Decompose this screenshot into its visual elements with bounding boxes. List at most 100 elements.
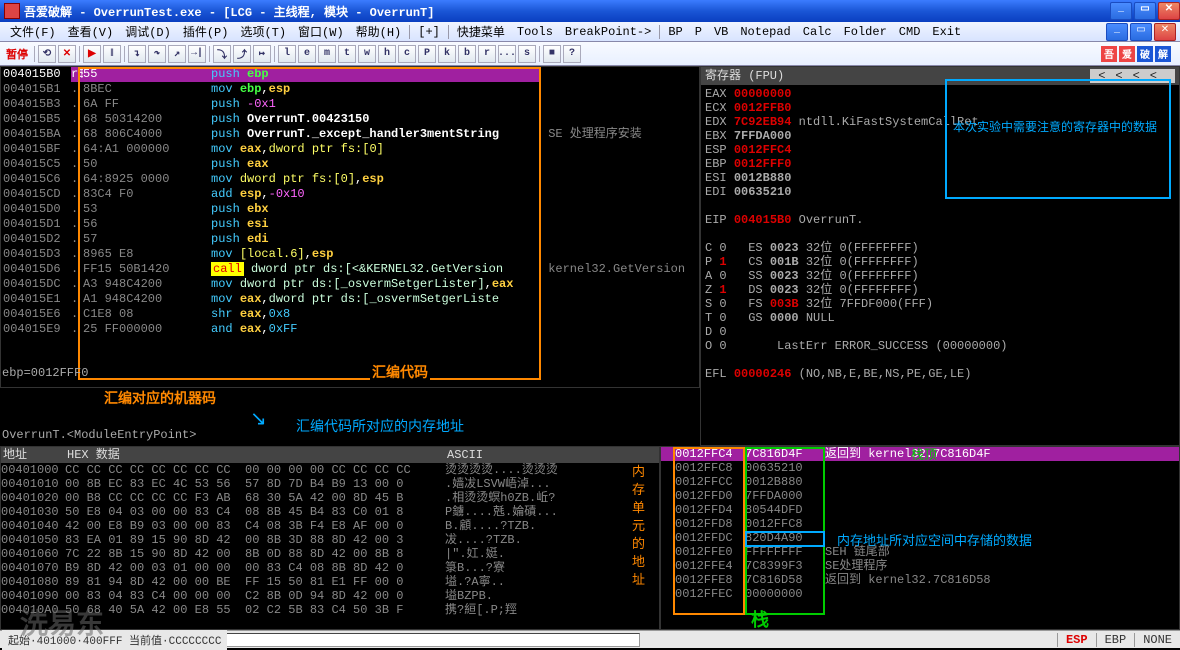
disasm-row[interactable]: 004015BF. 64:A1 000000mov eax,dword ptr …: [1, 142, 699, 157]
flag-c[interactable]: C 0 ES 0023 32位 0(FFFFFFFF): [705, 241, 1175, 255]
menu-item-12[interactable]: P: [689, 25, 708, 39]
menu-item-11[interactable]: BP: [662, 25, 688, 39]
menu-item-17[interactable]: CMD: [893, 25, 927, 39]
hex-row[interactable]: 0040103050 E8 04 03 00 00 83 C4 08 8B 45…: [1, 505, 659, 519]
reg-edi[interactable]: EDI 00635210: [705, 185, 1175, 199]
flag-a[interactable]: A 0 SS 0023 32位 0(FFFFFFFF): [705, 269, 1175, 283]
disasm-row[interactable]: 004015D6. FF15 50B1420call dword ptr ds:…: [1, 262, 699, 277]
toolbar-view-e[interactable]: e: [298, 45, 316, 63]
toolbar-view-c[interactable]: c: [398, 45, 416, 63]
registers-pane[interactable]: 寄存器 (FPU) <<<< EAX 00000000ECX 0012FFB0E…: [700, 66, 1180, 446]
stop-button[interactable]: ✕: [58, 45, 76, 63]
menu-item-7[interactable]: [+]: [412, 25, 446, 39]
registers-arrows[interactable]: <<<<: [1090, 69, 1175, 83]
step-out-button[interactable]: ↗: [168, 45, 186, 63]
reg-eip[interactable]: EIP 004015B0 OverrunT.: [705, 213, 1175, 227]
step-over-button[interactable]: ↷: [148, 45, 166, 63]
mdi-btn-0[interactable]: _: [1106, 23, 1128, 41]
flag-t[interactable]: T 0 GS 0000 NULL: [705, 311, 1175, 325]
stack-row[interactable]: 0012FFD80012FFC8: [661, 517, 1179, 531]
trace-into-button[interactable]: ⤵: [213, 45, 231, 63]
disasm-row[interactable]: 004015D2. 57push edi: [1, 232, 699, 247]
menu-item-14[interactable]: Notepad: [734, 25, 796, 39]
disasm-row[interactable]: 004015D0. 53push ebx: [1, 202, 699, 217]
stack-pane[interactable]: 0012FFC47C816D4F返回到 kernel32.7C816D4F001…: [660, 446, 1180, 630]
menu-item-6[interactable]: 帮助(H): [350, 23, 408, 40]
flag-o[interactable]: O 0 LastErr ERROR_SUCCESS (00000000): [705, 339, 1175, 353]
hex-row[interactable]: 00401070B9 8D 42 00 03 01 00 00 00 83 C4…: [1, 561, 659, 575]
menu-item-10[interactable]: BreakPoint->: [559, 25, 657, 39]
execute-till-button[interactable]: ↦: [253, 45, 271, 63]
toolbar-view-m[interactable]: m: [318, 45, 336, 63]
hex-row[interactable]: 0040108089 81 94 8D 42 00 00 BE FF 15 50…: [1, 575, 659, 589]
toolbar-view-t[interactable]: t: [338, 45, 356, 63]
disasm-row[interactable]: 004015E9. 25 FF000000and eax,0xFF: [1, 322, 699, 337]
menu-item-0[interactable]: 文件(F): [4, 23, 62, 40]
disasm-row[interactable]: 004015B0r$55push ebp: [1, 67, 699, 82]
disasm-row[interactable]: 004015D3. 8965 E8mov [local.6],esp: [1, 247, 699, 262]
hex-row[interactable]: 00401000CC CC CC CC CC CC CC CC 00 00 00…: [1, 463, 659, 477]
toolbar-view-...[interactable]: ...: [498, 45, 516, 63]
menu-item-2[interactable]: 调试(D): [119, 23, 177, 40]
toolbar-view-l[interactable]: l: [278, 45, 296, 63]
maximize-button[interactable]: ▭: [1134, 2, 1156, 20]
reg-efl[interactable]: EFL 00000246 (NO,NB,E,BE,NS,PE,GE,LE): [705, 367, 1175, 381]
status-none[interactable]: NONE: [1134, 633, 1180, 647]
disasm-row[interactable]: 004015D1. 56push esi: [1, 217, 699, 232]
menu-item-8[interactable]: 快捷菜单: [451, 23, 511, 40]
flag-d[interactable]: D 0: [705, 325, 1175, 339]
minimize-button[interactable]: _: [1110, 2, 1132, 20]
stack-row[interactable]: 0012FFE87C816D58返回到 kernel32.7C816D58: [661, 573, 1179, 587]
hex-row[interactable]: 0040109000 83 04 83 C4 00 00 00 C2 8B 0D…: [1, 589, 659, 603]
restart-button[interactable]: ⟲: [38, 45, 56, 63]
flag-z[interactable]: Z 1 DS 0023 32位 0(FFFFFFFF): [705, 283, 1175, 297]
run-button[interactable]: ▶: [83, 45, 101, 63]
trace-over-button[interactable]: ⤴: [233, 45, 251, 63]
menu-item-16[interactable]: Folder: [838, 25, 893, 39]
disasm-row[interactable]: 004015B3. 6A FFpush -0x1: [1, 97, 699, 112]
toolbar-view-b[interactable]: b: [458, 45, 476, 63]
pause-button[interactable]: ‖: [103, 45, 121, 63]
reg-ebx[interactable]: EBX 7FFDA000: [705, 129, 1175, 143]
stack-row[interactable]: 0012FFE47C8399F3SE处理程序: [661, 559, 1179, 573]
toolbar-view-h[interactable]: h: [378, 45, 396, 63]
reg-esp[interactable]: ESP 0012FFC4: [705, 143, 1175, 157]
reg-eax[interactable]: EAX 00000000: [705, 87, 1175, 101]
status-esp[interactable]: ESP: [1057, 633, 1096, 647]
menu-item-5[interactable]: 窗口(W): [292, 23, 350, 40]
menu-item-13[interactable]: VB: [708, 25, 734, 39]
stack-row[interactable]: 0012FFC800635210: [661, 461, 1179, 475]
menu-item-4[interactable]: 选项(T): [234, 23, 292, 40]
mdi-btn-2[interactable]: ✕: [1154, 23, 1176, 41]
stack-row[interactable]: 0012FFCC0012B880: [661, 475, 1179, 489]
hexdump-pane[interactable]: 地址 HEX 数据 ASCII 00401000CC CC CC CC CC C…: [0, 446, 660, 630]
hex-row[interactable]: 0040105083 EA 01 89 15 90 8D 42 00 8B 3D…: [1, 533, 659, 547]
flag-p[interactable]: P 1 CS 001B 32位 0(FFFFFFFF): [705, 255, 1175, 269]
toolbar-view-k[interactable]: k: [438, 45, 456, 63]
hex-row[interactable]: 0040101000 8B EC 83 EC 4C 53 56 57 8D 7D…: [1, 477, 659, 491]
toolbar-view-s[interactable]: s: [518, 45, 536, 63]
toolbar-view-r[interactable]: r: [478, 45, 496, 63]
stack-row[interactable]: 0012FFEC00000000: [661, 587, 1179, 601]
hex-row[interactable]: 004010607C 22 8B 15 90 8D 42 00 8B 0D 88…: [1, 547, 659, 561]
disasm-row[interactable]: 004015C5. 50push eax: [1, 157, 699, 172]
disasm-row[interactable]: 004015DC. A3 948C4200mov dword ptr ds:[_…: [1, 277, 699, 292]
reg-ebp[interactable]: EBP 0012FFF0: [705, 157, 1175, 171]
hex-row[interactable]: 004010A050 68 40 5A 42 00 E8 55 02 C2 5B…: [1, 603, 659, 617]
step-into-button[interactable]: ↴: [128, 45, 146, 63]
disasm-row[interactable]: 004015E1. A1 948C4200mov eax,dword ptr d…: [1, 292, 699, 307]
command-input[interactable]: [200, 633, 640, 647]
disassembly-pane[interactable]: 004015B0r$55push ebp 004015B1. 8BECmov e…: [0, 66, 700, 388]
disasm-row[interactable]: 004015B5. 68 50314200push OverrunT.00423…: [1, 112, 699, 127]
status-ebp[interactable]: EBP: [1096, 633, 1135, 647]
stack-row[interactable]: 0012FFD07FFDA000: [661, 489, 1179, 503]
disasm-row[interactable]: 004015BA. 68 806C4000push OverrunT._exce…: [1, 127, 699, 142]
menu-item-3[interactable]: 插件(P): [177, 23, 235, 40]
menu-item-1[interactable]: 查看(V): [62, 23, 120, 40]
hex-row[interactable]: 0040104042 00 E8 B9 03 00 00 83 C4 08 3B…: [1, 519, 659, 533]
disasm-row[interactable]: 004015E6. C1E8 08shr eax,0x8: [1, 307, 699, 322]
toolbar-view-P[interactable]: P: [418, 45, 436, 63]
hex-row[interactable]: 0040102000 B8 CC CC CC CC F3 AB 68 30 5A…: [1, 491, 659, 505]
toolbar-view-w[interactable]: w: [358, 45, 376, 63]
menu-item-15[interactable]: Calc: [797, 25, 838, 39]
